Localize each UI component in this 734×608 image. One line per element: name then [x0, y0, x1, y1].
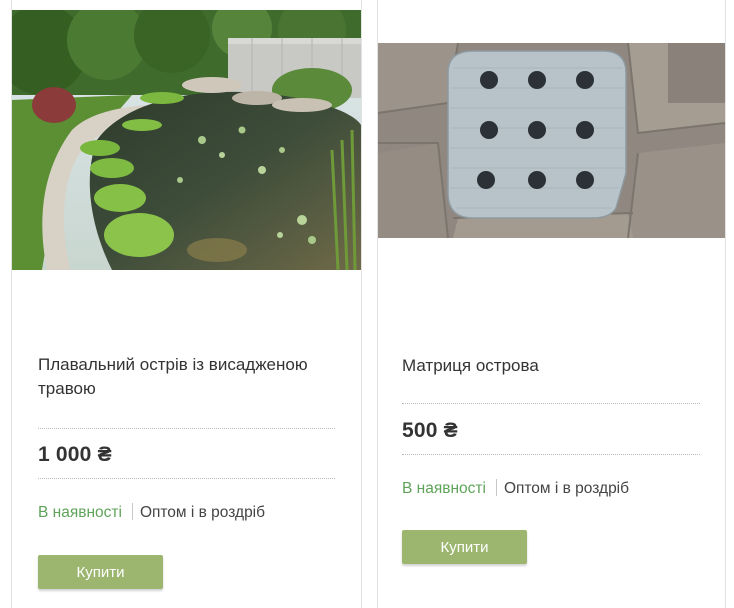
product-title-link[interactable]: Матриця острова: [402, 354, 702, 378]
sale-type-label: Оптом і в роздріб: [503, 480, 630, 497]
vertical-divider: [131, 503, 133, 520]
product-image-pond[interactable]: [12, 10, 361, 270]
divider-line: [38, 428, 335, 429]
product-card: Плавальний острів із висадженою травою 1…: [11, 0, 362, 608]
divider-line: [402, 454, 700, 455]
in-stock-status: В наявності: [38, 504, 122, 521]
divider-line: [402, 403, 700, 404]
in-stock-status: В наявності: [402, 480, 486, 497]
matrix-photo: [378, 43, 725, 238]
availability-row: В наявності Оптом і в роздріб: [38, 503, 265, 523]
product-title-link[interactable]: Плавальний острів із висадженою травою: [38, 353, 338, 401]
product-price: 1 000 ₴: [38, 443, 112, 466]
sale-type-label: Оптом і в роздріб: [139, 504, 266, 521]
product-price: 500 ₴: [402, 419, 458, 442]
product-card: Матриця острова 500 ₴ В наявності Оптом і…: [377, 0, 726, 608]
product-image-matrix[interactable]: [378, 43, 725, 238]
vertical-divider: [495, 479, 497, 496]
buy-button[interactable]: Купити: [402, 530, 527, 564]
pond-photo: [12, 10, 361, 270]
availability-row: В наявності Оптом і в роздріб: [402, 479, 629, 499]
buy-button[interactable]: Купити: [38, 555, 163, 589]
divider-line: [38, 478, 335, 479]
